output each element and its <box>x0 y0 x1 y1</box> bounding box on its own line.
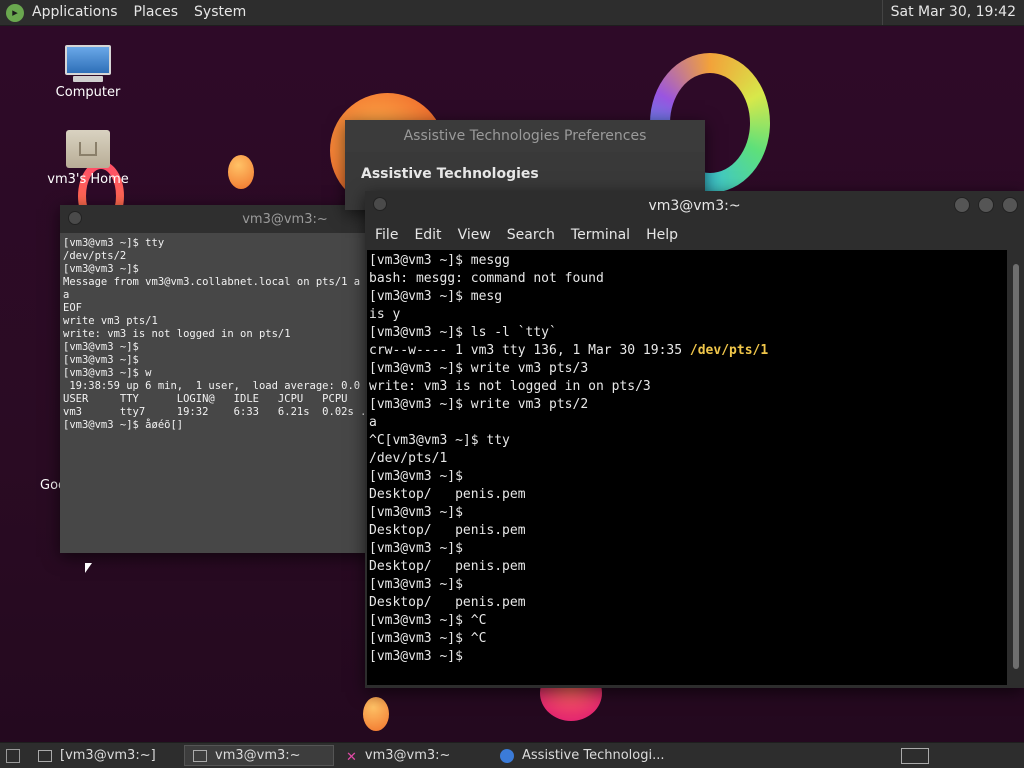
menu-file[interactable]: File <box>367 227 406 243</box>
window-menu-button[interactable] <box>373 197 387 211</box>
terminal-line: ^C[vm3@vm3 ~]$ tty <box>369 433 510 448</box>
taskbar-item-terminal-2[interactable]: vm3@vm3:~ <box>184 745 334 766</box>
terminal-line: Desktop/ penis.pem <box>369 487 526 502</box>
terminal-line: [vm3@vm3 ~]$ ls -l `tty` <box>369 325 557 340</box>
terminal-line: [vm3@vm3 ~]$ w <box>63 367 152 379</box>
terminal-line: [vm3@vm3 ~]$ <box>369 577 463 592</box>
terminal-line: Message from vm3@vm3.collabnet.local on … <box>63 276 361 288</box>
terminal-line: [vm3@vm3 ~]$ ^C <box>369 631 487 646</box>
front-terminal-titlebar[interactable]: vm3@vm3:~ <box>365 191 1024 221</box>
terminal-line: [vm3@vm3 ~]$ <box>63 263 139 275</box>
terminal-line: [vm3@vm3 ~]$ <box>369 469 463 484</box>
workspace-switcher[interactable] <box>901 747 929 764</box>
front-terminal-window[interactable]: vm3@vm3:~ File Edit View Search Terminal… <box>365 191 1024 688</box>
terminal-icon <box>193 749 207 762</box>
computer-icon <box>65 45 111 82</box>
back-terminal-output[interactable]: [vm3@vm3 ~]$ tty/dev/pts/2 [vm3@vm3 ~]$ Me… <box>60 233 390 541</box>
terminal-line: EOF <box>63 302 82 314</box>
terminal-line: write vm3 pts/1 <box>63 315 158 327</box>
terminal-line: 19:38:59 up 6 min, 1 user, load average:… <box>63 380 361 392</box>
menu-system[interactable]: System <box>186 0 254 25</box>
menu-search[interactable]: Search <box>499 227 563 243</box>
terminal-line: [vm3@vm3 ~]$ <box>63 354 139 366</box>
window-title: Assistive Technologies Preferences <box>403 128 647 144</box>
taskbar-item-terminal-3[interactable]: ✕ vm3@vm3:~ <box>338 745 488 766</box>
terminal-line: a <box>369 415 377 430</box>
minimize-button[interactable] <box>954 197 970 213</box>
scrollbar-thumb[interactable] <box>1013 264 1019 669</box>
menu-edit[interactable]: Edit <box>406 227 449 243</box>
menu-places[interactable]: Places <box>126 0 187 25</box>
terminal-line: [vm3@vm3 ~]$ ^C <box>369 613 487 628</box>
desktop-icon-label: Computer <box>55 85 121 100</box>
x-icon: ✕ <box>346 749 357 765</box>
decorative-orange-dot-bottom <box>363 697 389 731</box>
terminal-line: Desktop/ penis.pem <box>369 523 526 538</box>
front-terminal-output[interactable]: [vm3@vm3 ~]$ mesgg bash: mesgg: command n… <box>367 250 1007 685</box>
terminal-line: USER TTY LOGIN@ IDLE JCPU PCPU <box>63 393 348 405</box>
top-panel: ▸ Applications Places System Sat Mar 30,… <box>0 0 1024 26</box>
taskbar-item-label: [vm3@vm3:~] <box>60 748 156 763</box>
taskbar-item-label: vm3@vm3:~ <box>364 748 451 763</box>
maximize-button[interactable] <box>978 197 994 213</box>
window-menu-button[interactable] <box>68 211 82 225</box>
terminal-menubar: File Edit View Search Terminal Help <box>365 221 1024 249</box>
terminal-line: Desktop/ penis.pem <box>369 559 526 574</box>
terminal-line: [vm3@vm3 ~]$ <box>369 649 463 664</box>
highlighted-path: /dev/pts/1 <box>689 343 769 358</box>
terminal-line: [vm3@vm3 ~]$ write vm3 pts/2 <box>369 397 589 412</box>
terminal-line: [vm3@vm3 ~]$ mesgg <box>369 253 510 268</box>
window-title: vm3@vm3:~ <box>648 198 741 214</box>
bottom-taskbar: [vm3@vm3:~] vm3@vm3:~ ✕ vm3@vm3:~ Assist… <box>0 742 1024 768</box>
terminal-line: [vm3@vm3 ~]$ <box>63 341 139 353</box>
mouse-pointer-icon <box>85 563 92 573</box>
terminal-line: /dev/pts/1 <box>369 451 448 466</box>
terminal-line: [vm3@vm3 ~]$ tty <box>63 237 165 249</box>
home-folder-icon <box>66 130 110 168</box>
taskbar-item-label: Assistive Technologi... <box>522 748 665 763</box>
desktop-icon-computer[interactable]: Computer <box>43 45 133 100</box>
accessibility-icon <box>500 748 514 763</box>
taskbar-item-terminal-1[interactable]: [vm3@vm3:~] <box>30 745 180 766</box>
menu-terminal[interactable]: Terminal <box>563 227 638 243</box>
terminal-icon <box>38 749 52 762</box>
terminal-line: Desktop/ penis.pem <box>369 595 526 610</box>
terminal-line: write: vm3 is not logged in on pts/1 <box>63 328 291 340</box>
decorative-orange-dot <box>228 155 254 189</box>
terminal-line: crw--w---- 1 vm3 tty 136, 1 Mar 30 19:35… <box>369 343 769 358</box>
terminal-line: [vm3@vm3 ~]$ mesg <box>369 289 503 304</box>
terminal-line: [vm3@vm3 ~]$ <box>369 541 463 556</box>
terminal-line: [vm3@vm3 ~]$ write vm3 pts/3 <box>369 361 589 376</box>
terminal-line: a <box>63 289 70 301</box>
close-button[interactable] <box>1002 197 1018 213</box>
show-desktop-icon[interactable] <box>6 748 20 763</box>
terminal-line: write: vm3 is not logged in on pts/3 <box>369 379 651 394</box>
taskbar-item-label: vm3@vm3:~ <box>215 748 301 763</box>
back-terminal-window[interactable]: vm3@vm3:~ [vm3@vm3 ~]$ tty/dev/pts/2 [vm3… <box>60 205 390 553</box>
terminal-line: /dev/pts/2 <box>63 250 127 262</box>
taskbar-item-assistive[interactable]: Assistive Technologi... <box>492 745 682 766</box>
prefs-titlebar[interactable]: Assistive Technologies Preferences <box>345 120 705 152</box>
window-title: vm3@vm3:~ <box>242 211 328 227</box>
terminal-line: [vm3@vm3 ~]$ åøéõ[] <box>63 419 184 431</box>
panel-clock[interactable]: Sat Mar 30, 19:42 <box>881 0 1024 25</box>
desktop-icon-label: vm3's Home <box>47 172 129 187</box>
terminal-line: vm3 tty7 19:32 6:33 6.21s 0.02s ... <box>63 406 380 418</box>
distro-logo-icon[interactable]: ▸ <box>6 3 24 22</box>
desktop-icon-home[interactable]: vm3's Home <box>43 130 133 187</box>
terminal-line: bash: mesgg: command not found <box>369 271 604 286</box>
terminal-line: [vm3@vm3 ~]$ <box>369 505 463 520</box>
menu-view[interactable]: View <box>450 227 499 243</box>
terminal-scrollbar[interactable] <box>1010 250 1022 685</box>
prefs-heading: Assistive Technologies <box>361 166 539 182</box>
menu-applications[interactable]: Applications <box>24 0 126 25</box>
menu-help[interactable]: Help <box>638 227 686 243</box>
terminal-line: is y <box>369 307 401 322</box>
back-terminal-titlebar[interactable]: vm3@vm3:~ <box>60 205 390 233</box>
